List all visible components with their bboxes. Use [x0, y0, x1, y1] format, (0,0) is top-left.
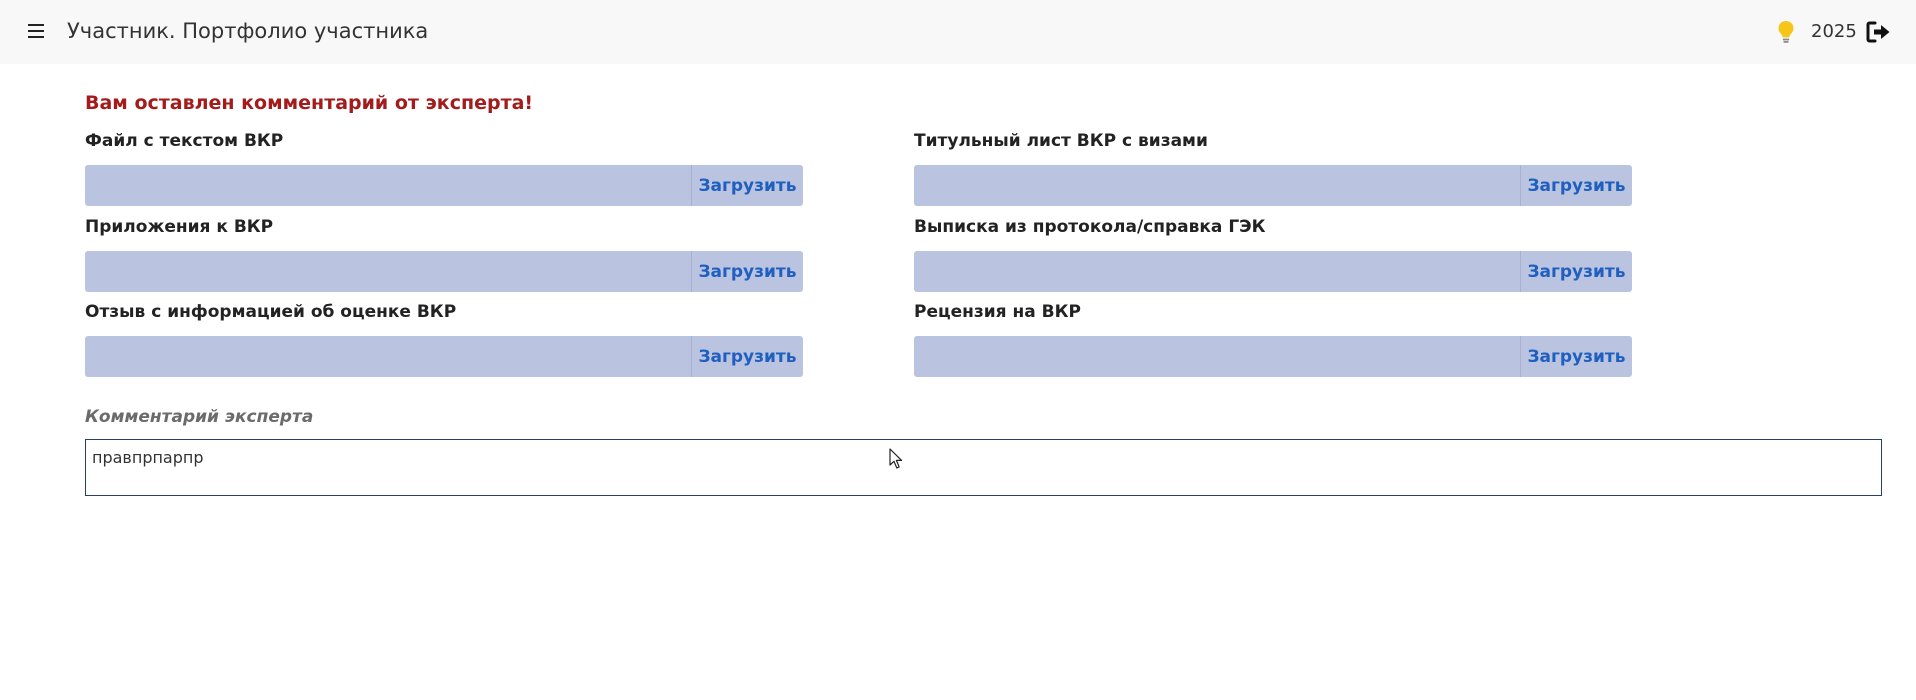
lightbulb-icon: [1778, 21, 1794, 43]
upload-button-vkr-review[interactable]: Загрузить: [1520, 336, 1632, 377]
top-bar: Участник. Портфолио участника 2025: [0, 0, 1916, 64]
upload-button-appendices[interactable]: Загрузить: [691, 251, 803, 292]
upload-title-page: Загрузить: [914, 165, 1632, 206]
file-input-protocol-extract[interactable]: [914, 251, 1520, 292]
upload-button-review-grade[interactable]: Загрузить: [691, 336, 803, 377]
field-label-appendices: Приложения к ВКР: [85, 217, 274, 237]
upload-button-title-page[interactable]: Загрузить: [1520, 165, 1632, 206]
field-label-vkr-review: Рецензия на ВКР: [914, 302, 1081, 322]
upload-vkr-text: Загрузить: [85, 165, 803, 206]
upload-button-vkr-text[interactable]: Загрузить: [691, 165, 803, 206]
mouse-cursor-icon: [889, 448, 903, 469]
expert-comment-notice: Вам оставлен комментарий от эксперта!: [85, 92, 534, 114]
expert-comment-label: Комментарий эксперта: [85, 407, 314, 427]
menu-icon[interactable]: [28, 23, 45, 40]
file-input-vkr-text[interactable]: [85, 165, 691, 206]
field-label-review-grade: Отзыв с информацией об оценке ВКР: [85, 302, 457, 322]
logout-icon[interactable]: [1866, 20, 1892, 44]
expert-comment-field[interactable]: правпрпарпр: [85, 439, 1882, 496]
upload-protocol-extract: Загрузить: [914, 251, 1632, 292]
upload-review-grade: Загрузить: [85, 336, 803, 377]
year-label: 2025: [1811, 21, 1857, 42]
file-input-vkr-review[interactable]: [914, 336, 1520, 377]
file-input-appendices[interactable]: [85, 251, 691, 292]
upload-appendices: Загрузить: [85, 251, 803, 292]
expert-comment-text: правпрпарпр: [92, 448, 204, 467]
file-input-title-page[interactable]: [914, 165, 1520, 206]
upload-vkr-review: Загрузить: [914, 336, 1632, 377]
field-label-vkr-text: Файл с текстом ВКР: [85, 131, 284, 151]
upload-button-protocol-extract[interactable]: Загрузить: [1520, 251, 1632, 292]
field-label-title-page: Титульный лист ВКР с визами: [914, 131, 1208, 151]
field-label-protocol-extract: Выписка из протокола/справка ГЭК: [914, 217, 1266, 237]
page-title: Участник. Портфолио участника: [67, 19, 429, 43]
file-input-review-grade[interactable]: [85, 336, 691, 377]
